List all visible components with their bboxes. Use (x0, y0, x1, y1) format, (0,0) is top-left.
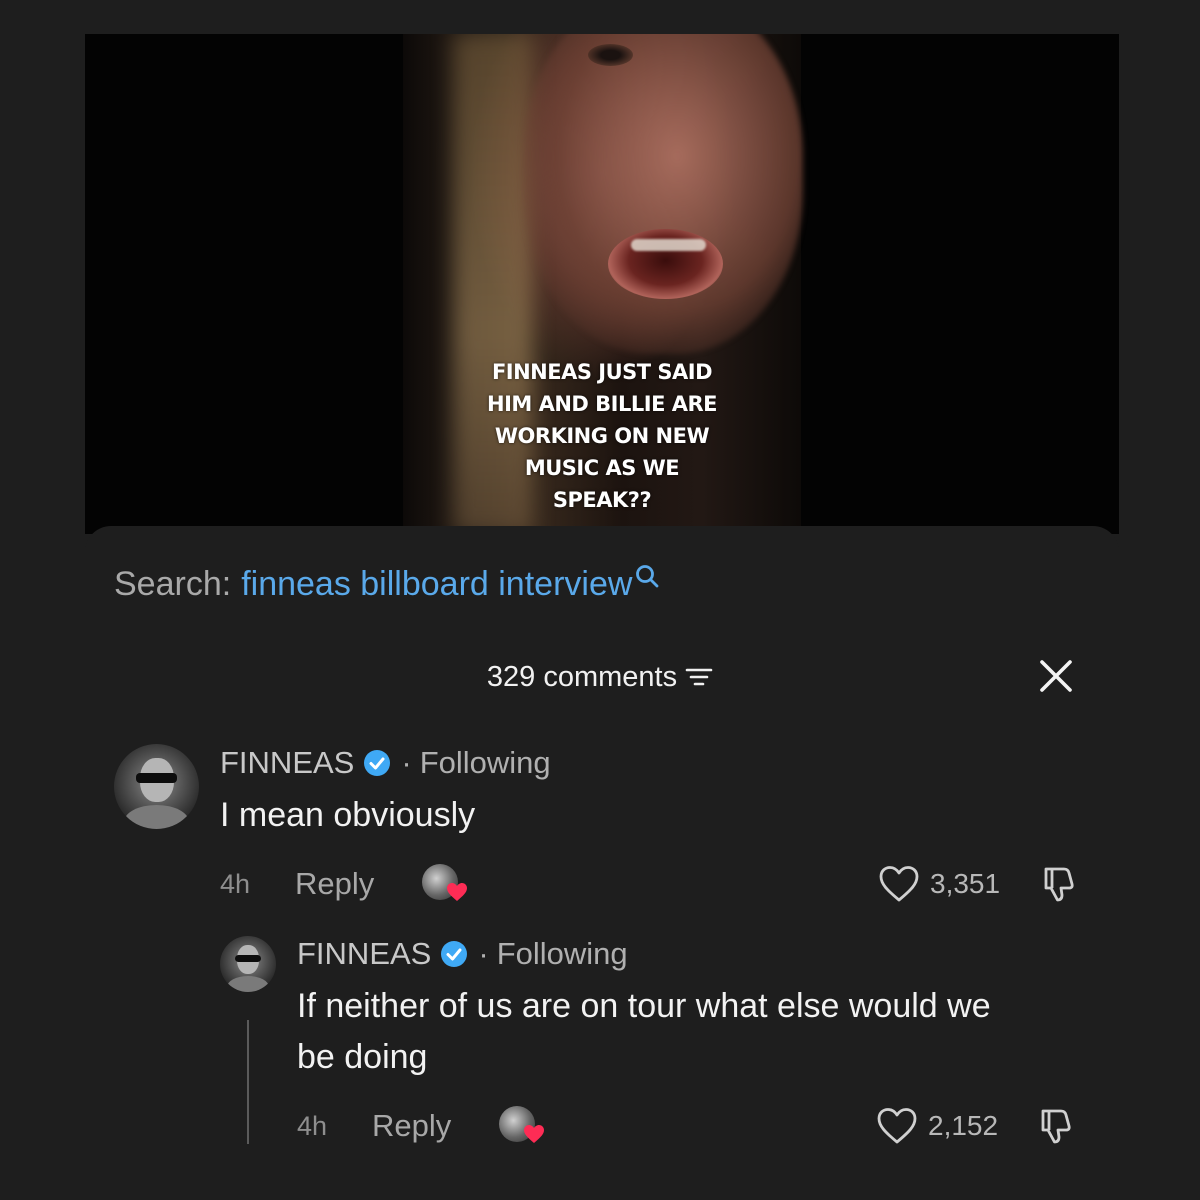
search-prefix: Search: (114, 564, 232, 603)
heart-badge-icon (524, 1125, 544, 1143)
comments-sheet (85, 526, 1119, 1200)
video-caption: FINNEAS JUST SAID HIM AND BILLIE ARE WOR… (487, 360, 718, 512)
like-count: 2,152 (928, 1110, 999, 1141)
heart-outline-icon (879, 866, 919, 902)
following-status: Following (496, 936, 628, 971)
video-teeth-shading (631, 239, 706, 251)
separator-dot: · (401, 745, 412, 780)
comment-author-line: FINNEAS · Following (297, 935, 628, 973)
video-player[interactable]: FINNEAS JUST SAID HIM AND BILLIE ARE WOR… (85, 34, 1119, 534)
comment-time: 4h (297, 1110, 328, 1141)
heart-badge-icon (447, 883, 467, 901)
dislike-icon[interactable] (1040, 864, 1080, 904)
video-eye-shading (588, 44, 633, 66)
comment-text: I mean obviously (220, 796, 476, 834)
reply-button[interactable]: Reply (295, 866, 374, 902)
search-query-link[interactable]: finneas billboard interview (241, 565, 632, 604)
verified-badge-icon (441, 941, 468, 967)
comment-time: 4h (220, 868, 251, 899)
like-count: 3,351 (930, 868, 1001, 899)
reply-thread-line (247, 1020, 249, 1144)
comment-username[interactable]: FINNEAS (297, 936, 431, 972)
video-face-shading (523, 34, 803, 354)
comment-meta: 4h Reply (297, 1106, 451, 1146)
verified-badge-icon (364, 750, 391, 776)
avatar[interactable] (114, 744, 199, 829)
reply-button[interactable]: Reply (372, 1108, 451, 1144)
following-status: Following (419, 745, 551, 780)
comments-header: 329 comments (0, 656, 1200, 698)
avatar[interactable] (220, 936, 276, 992)
filter-icon[interactable] (685, 665, 713, 689)
heart-outline-icon (877, 1108, 917, 1144)
like-button[interactable]: 3,351 (878, 864, 1000, 904)
separator-dot: · (478, 936, 489, 971)
comment-author-line: FINNEAS · Following (220, 744, 551, 782)
comments-count: 329 comments (486, 660, 678, 693)
like-button[interactable]: 2,152 (876, 1106, 998, 1146)
close-icon[interactable] (1038, 658, 1074, 694)
comment-username[interactable]: FINNEAS (220, 745, 354, 781)
search-icon (636, 565, 659, 588)
comment-meta: 4h Reply (220, 864, 374, 904)
dislike-icon[interactable] (1037, 1106, 1077, 1146)
comment-text: If neither of us are on tour what else w… (297, 987, 991, 1076)
search-suggestion[interactable]: Search: finneas billboard interview (114, 562, 660, 606)
